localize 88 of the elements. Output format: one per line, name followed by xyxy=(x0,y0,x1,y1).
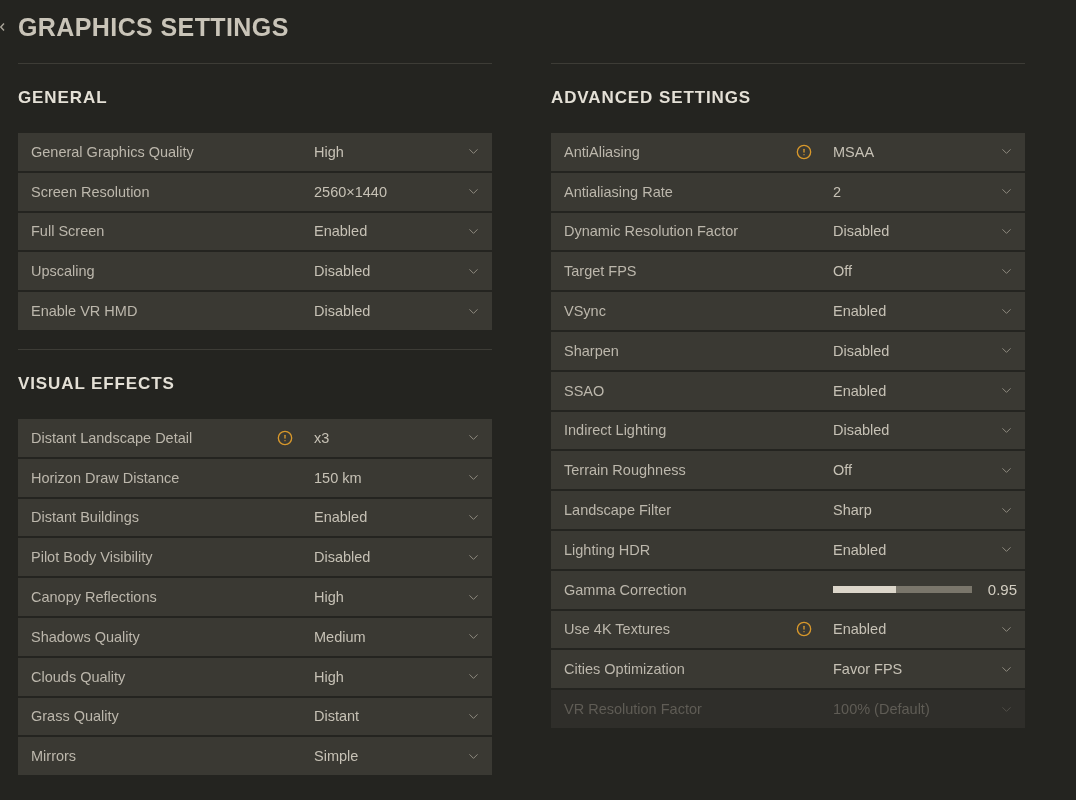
setting-label: Gamma Correction xyxy=(564,581,687,598)
dropdown-value: Off xyxy=(833,462,854,479)
setting-label: Antialiasing Rate xyxy=(564,183,673,200)
dropdown-value: Disabled xyxy=(314,263,372,280)
setting-label: Distant Buildings xyxy=(31,509,139,526)
setting-label: Sharpen xyxy=(564,342,619,359)
dropdown-value: Disabled xyxy=(833,342,891,359)
setting-label: General Graphics Quality xyxy=(31,143,194,160)
dropdown-value: MSAA xyxy=(833,143,876,160)
dropdown-value: Enabled xyxy=(833,303,888,320)
dropdown-value: 2 xyxy=(833,183,843,200)
setting-dropdown[interactable]: Sharpen Disabled xyxy=(551,332,1025,370)
section-heading: ADVANCED SETTINGS xyxy=(551,88,753,108)
setting-label: Target FPS xyxy=(564,263,637,280)
setting-label: Enable VR HMD xyxy=(31,303,138,320)
setting-dropdown[interactable]: Pilot Body Visibility Disabled xyxy=(18,538,492,577)
dropdown-value: High xyxy=(314,668,345,685)
dropdown-value: Enabled xyxy=(314,223,369,240)
dropdown-value: Off xyxy=(833,263,854,280)
dropdown-value: Disabled xyxy=(833,422,891,439)
slider-track[interactable] xyxy=(833,586,972,594)
dropdown-value: Enabled xyxy=(833,382,888,399)
dropdown-value: Sharp xyxy=(833,502,873,519)
setting-dropdown[interactable]: Upscaling Disabled xyxy=(18,252,492,291)
slider-reading: 0.95 xyxy=(987,581,1017,599)
setting-dropdown[interactable]: Shadows Quality Medium xyxy=(18,617,492,656)
setting-dropdown[interactable]: VSync Enabled xyxy=(551,292,1025,330)
setting-dropdown[interactable]: Distant Landscape Detail x3 xyxy=(18,419,492,457)
setting-label: Cities Optimization xyxy=(564,661,685,678)
setting-label: Horizon Draw Distance xyxy=(31,469,180,486)
setting-label: Shadows Quality xyxy=(31,628,140,645)
setting-dropdown[interactable]: Indirect Lighting Disabled xyxy=(551,411,1025,450)
section-heading: VISUAL EFFECTS xyxy=(18,374,176,394)
setting-dropdown[interactable]: Target FPS Off xyxy=(551,252,1025,291)
setting-label: Dynamic Resolution Factor xyxy=(564,223,739,240)
setting-dropdown[interactable]: Cities Optimization Favor FPS xyxy=(551,650,1025,689)
dropdown-value: Favor FPS xyxy=(833,661,904,678)
setting-label: Lighting HDR xyxy=(564,541,651,558)
setting-dropdown[interactable]: Antialiasing Rate 2 xyxy=(551,172,1025,211)
setting-dropdown[interactable]: Distant Buildings Enabled xyxy=(18,498,492,537)
dropdown-value: Medium xyxy=(314,628,367,645)
setting-label: Full Screen xyxy=(31,223,105,240)
setting-dropdown[interactable]: Enable VR HMD Disabled xyxy=(18,292,492,330)
dropdown-value: Disabled xyxy=(314,303,372,320)
dropdown-value: x3 xyxy=(314,429,331,446)
setting-dropdown[interactable]: AntiAliasing MSAA xyxy=(551,133,1025,171)
section-heading: GENERAL xyxy=(18,88,109,108)
setting-dropdown[interactable]: Use 4K Textures Enabled xyxy=(551,610,1025,649)
setting-dropdown[interactable]: Grass Quality Distant xyxy=(18,697,492,736)
setting-dropdown[interactable]: Screen Resolution 2560×1440 xyxy=(18,172,492,211)
setting-label: Indirect Lighting xyxy=(564,422,667,439)
dropdown-value: High xyxy=(314,589,345,606)
setting-dropdown[interactable]: General Graphics Quality High xyxy=(18,133,492,171)
setting-dropdown[interactable]: Horizon Draw Distance 150 km xyxy=(18,458,492,497)
dropdown-value: 2560×1440 xyxy=(314,183,388,200)
setting-dropdown[interactable]: Terrain Roughness Off xyxy=(551,451,1025,490)
setting-dropdown[interactable]: Canopy Reflections High xyxy=(18,578,492,616)
setting-label: SSAO xyxy=(564,382,605,399)
dropdown-value: High xyxy=(314,143,345,160)
setting-label: Screen Resolution xyxy=(31,183,150,200)
setting-label: Clouds Quality xyxy=(31,668,126,685)
setting-label: AntiAliasing xyxy=(564,143,640,160)
setting-dropdown[interactable]: Full Screen Enabled xyxy=(18,212,492,251)
setting-dropdown[interactable]: Clouds Quality High xyxy=(18,657,492,696)
dropdown-value: Enabled xyxy=(833,541,888,558)
setting-dropdown[interactable]: SSAO Enabled xyxy=(551,371,1025,410)
setting-label: Distant Landscape Detail xyxy=(31,429,193,446)
setting-dropdown[interactable]: Mirrors Simple xyxy=(18,737,492,776)
setting-label: VSync xyxy=(564,303,606,320)
dropdown-value: Disabled xyxy=(314,549,372,566)
setting-label: Grass Quality xyxy=(31,708,119,725)
page-title: GRAPHICS SETTINGS xyxy=(18,12,289,42)
dropdown-value: Simple xyxy=(314,748,360,765)
dropdown-value: 150 km xyxy=(314,469,363,486)
setting-dropdown[interactable]: Dynamic Resolution Factor Disabled xyxy=(551,212,1025,251)
dropdown-value: Distant xyxy=(314,708,361,725)
dropdown-value: Enabled xyxy=(314,509,369,526)
setting-label: Terrain Roughness xyxy=(564,462,686,479)
setting-label: Use 4K Textures xyxy=(564,621,671,638)
setting-label: Landscape Filter xyxy=(564,502,672,519)
dropdown-value: Enabled xyxy=(833,621,888,638)
setting-dropdown[interactable]: Landscape Filter Sharp xyxy=(551,491,1025,529)
setting-label: Pilot Body Visibility xyxy=(31,549,153,566)
setting-dropdown[interactable]: Lighting HDR Enabled xyxy=(551,530,1025,569)
setting-label: Mirrors xyxy=(31,748,77,765)
setting-label: Canopy Reflections xyxy=(31,589,157,606)
dropdown-value: Disabled xyxy=(833,223,891,240)
setting-label: Upscaling xyxy=(31,263,95,280)
